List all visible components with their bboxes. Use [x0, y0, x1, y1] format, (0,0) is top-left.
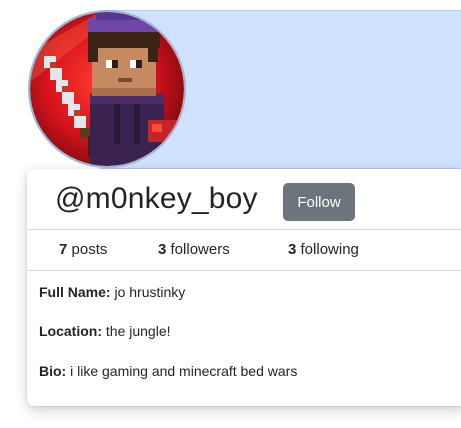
bio-row: Bio: i like gaming and minecraft bed war… — [39, 363, 297, 379]
posts-stat[interactable]: 7 posts — [59, 241, 107, 258]
profile-header: @m0nkey_boy Follow — [27, 169, 461, 230]
followers-label: followers — [170, 241, 230, 258]
followers-stat[interactable]: 3 followers — [158, 241, 230, 258]
full-name-row: Full Name: jo hrustinky — [39, 284, 185, 300]
following-stat[interactable]: 3 following — [288, 241, 359, 258]
bio-value: i like gaming and minecraft bed wars — [70, 363, 298, 379]
profile-card: @m0nkey_boy Follow 7 posts 3 followers 3… — [27, 169, 461, 406]
following-label: following — [300, 241, 359, 258]
following-count: 3 — [288, 241, 297, 258]
profile-page: @m0nkey_boy Follow 7 posts 3 followers 3… — [0, 0, 461, 428]
avatar — [28, 10, 186, 168]
username: @m0nkey_boy — [55, 182, 258, 215]
bio-label: Bio: — [39, 363, 67, 379]
avatar-image — [30, 12, 184, 166]
follow-button[interactable]: Follow — [283, 183, 355, 221]
full-name-label: Full Name: — [39, 284, 111, 300]
location-label: Location: — [39, 323, 102, 339]
followers-count: 3 — [158, 241, 167, 258]
location-value: the jungle! — [105, 323, 171, 339]
posts-label: posts — [71, 241, 108, 258]
profile-stats: 7 posts 3 followers 3 following — [27, 230, 461, 271]
full-name-value: jo hrustinky — [114, 284, 186, 300]
posts-count: 7 — [59, 241, 68, 258]
location-row: Location: the jungle! — [39, 323, 171, 339]
